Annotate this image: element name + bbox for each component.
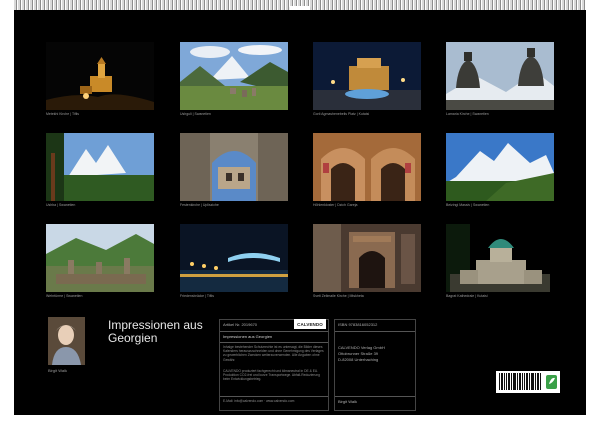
photo-caption: Friedensbrücke | Tiflis [180,294,214,298]
thumbnail-photo[interactable] [313,224,421,292]
publisher-line: D-82008 Unterhaching [338,357,379,362]
photo-caption: Metekhi Kirche | Tiflis [46,112,80,116]
photo-caption: Wehrtürme | Swanetien [46,294,83,298]
thumbnail-photo[interactable] [180,42,288,110]
info-title: Impressionen aus Georgien [223,334,273,339]
thumbnail-photo[interactable] [313,42,421,110]
thumbnail-photo[interactable] [446,42,554,110]
production-text: CALVENDO produziert fachgerecht und klim… [223,369,320,382]
photo-caption: Ushguli | Swanetien [180,112,211,116]
photo-caption: Gorii Agmashenebelis Platz | Kutaisi [313,112,370,116]
publisher-line: CALVENDO Verlag GmbH [338,345,385,350]
author-portrait [48,317,85,365]
contact-email: E-Mail: info@calvendo.com · www.calvendo… [223,399,295,403]
thumbnail-photo[interactable] [180,133,288,201]
thumbnail-photo[interactable] [446,133,554,201]
legal-text: Inhalge bestehender Schutzrechte ist es … [223,345,324,362]
article-number: Artikel Nr. 2019670 [223,322,258,327]
photo-caption: Lamaria Kirche | Swanetien [446,112,489,116]
photo-caption: Festenkirche | Uplisziche [180,203,219,207]
author-label: Birgit Walk [338,399,357,404]
divider [220,396,328,397]
thumbnail-photo[interactable] [46,133,154,201]
photo-caption: Höhlenkloster | Dzich Gareja [313,203,358,207]
divider [220,342,328,343]
publisher-panel: ISBN 9783816052312 CALVENDO Verlag GmbH … [334,319,416,411]
thumbnail-photo[interactable] [180,224,288,292]
calendar-back-page: Metekhi Kirche | Tiflis Ushguli | Swanet… [14,10,586,415]
publisher-line: Ottobrunner Straße 39 [338,351,379,356]
author-name: Birgit Walk [48,368,67,373]
thumbnail-photo[interactable] [313,133,421,201]
thumbnail-photo[interactable] [46,42,154,110]
thumbnail-photo[interactable] [446,224,554,292]
photo-caption: Beizingi Massiv | Swanetien [446,203,490,207]
info-panel: Artikel Nr. 2019670 Impressionen aus Geo… [219,319,329,411]
calvendo-logo: CALVENDO [294,319,326,329]
brand-name: CALVENDO [297,321,323,327]
calendar-title: Impressionen aus Georgien [108,318,203,345]
isbn: ISBN 9783816052312 [338,322,378,327]
divider [335,331,415,332]
photo-caption: Sveti Zelimaile Kirche | Mtskheta [313,294,364,298]
photo-caption: Bagrat Kathedrale | Kutaisi [446,294,488,298]
photo-caption: Ushba | Swanetien [46,203,76,207]
barcode [496,371,560,393]
thumbnail-photo[interactable] [46,224,154,292]
divider [220,331,328,332]
divider [335,396,415,397]
